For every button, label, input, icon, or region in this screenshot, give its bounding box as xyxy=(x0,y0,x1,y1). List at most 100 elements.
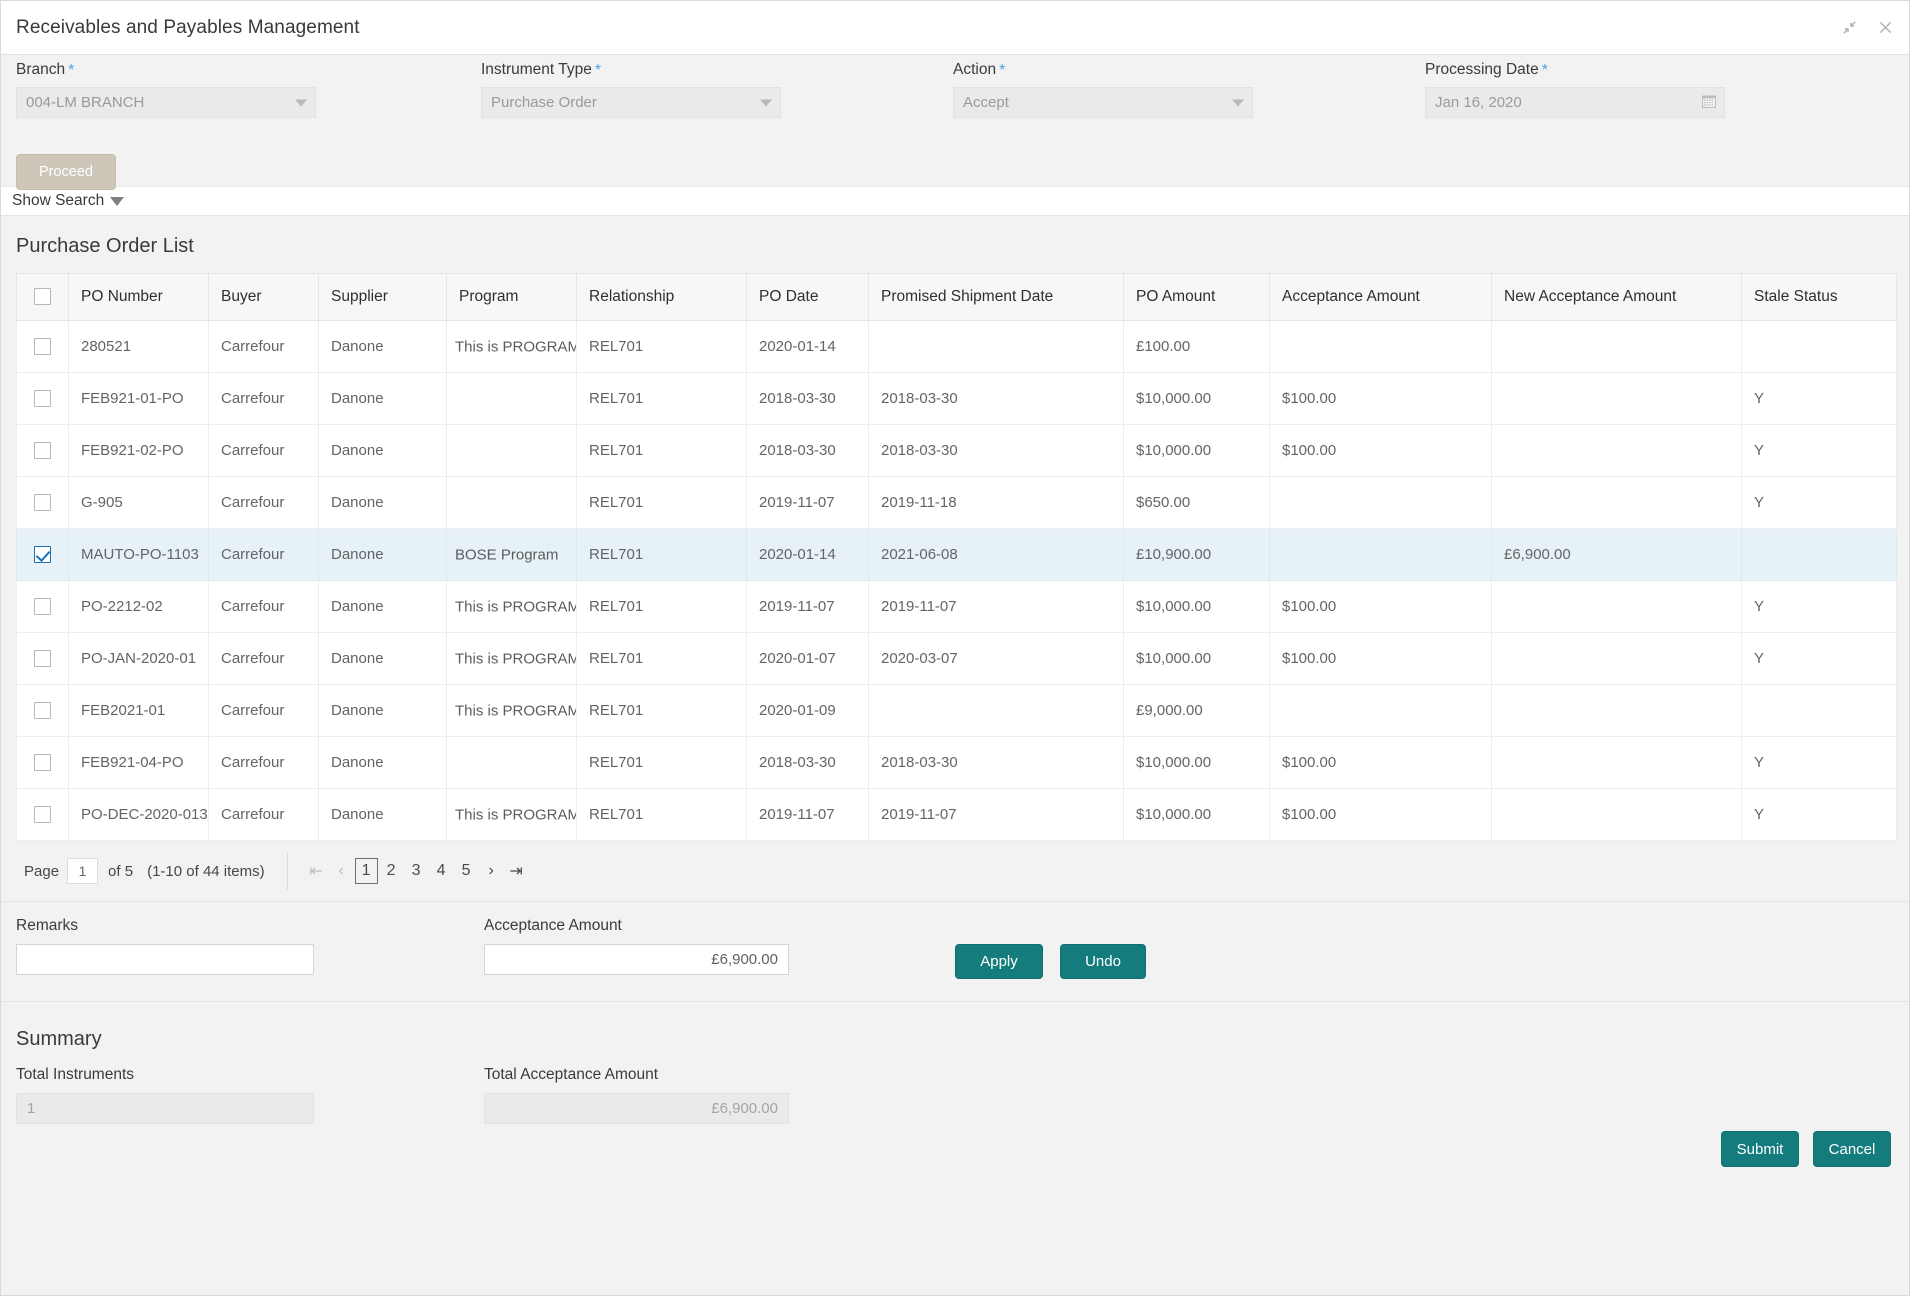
row-select-cell xyxy=(16,476,69,529)
table-row[interactable]: PO-DEC-2020-013 Carrefour Danone This is PR… xyxy=(16,788,1897,841)
previous-page-icon[interactable]: ‹ xyxy=(330,858,353,884)
row-checkbox[interactable] xyxy=(34,754,51,772)
undo-button[interactable]: Undo xyxy=(1060,944,1146,979)
cell-new-acceptance-amount xyxy=(1491,424,1742,477)
submit-button[interactable]: Submit xyxy=(1721,1131,1799,1167)
cell-acceptance-amount xyxy=(1269,528,1492,581)
cell-new-acceptance-amount xyxy=(1491,320,1742,373)
apply-button[interactable]: Apply xyxy=(955,944,1043,979)
show-search-bar[interactable]: Show Search xyxy=(1,186,1909,216)
instrument-type-select[interactable]: Purchase Order xyxy=(481,87,781,118)
page-button-4[interactable]: 4 xyxy=(430,858,453,884)
cell-stale-status xyxy=(1741,320,1897,373)
cell-acceptance-amount: $100.00 xyxy=(1269,372,1492,425)
row-checkbox[interactable] xyxy=(34,338,51,356)
table-row[interactable]: G-905 Carrefour Danone REL701 2019-11-07 2019… xyxy=(16,476,1897,529)
first-page-icon[interactable]: ⇤ xyxy=(305,858,328,884)
cell-relationship: REL701 xyxy=(576,684,747,737)
column-header-stale-status[interactable]: Stale Status xyxy=(1741,273,1897,321)
page-number-input[interactable] xyxy=(67,858,99,884)
cell-stale-status: Y xyxy=(1741,372,1897,425)
cell-po-date: 2020-01-09 xyxy=(746,684,869,737)
next-page-icon[interactable]: › xyxy=(480,858,503,884)
page-button-5[interactable]: 5 xyxy=(455,858,478,884)
cell-po-amount: $10,000.00 xyxy=(1123,580,1270,633)
cell-relationship: REL701 xyxy=(576,632,747,685)
column-header-relationship[interactable]: Relationship xyxy=(576,273,747,321)
cell-buyer: Carrefour xyxy=(208,580,319,633)
column-header-po-date[interactable]: PO Date xyxy=(746,273,869,321)
cell-acceptance-amount: $100.00 xyxy=(1269,580,1492,633)
required-marker: * xyxy=(1541,62,1548,79)
last-page-icon[interactable]: ⇥ xyxy=(505,858,528,884)
program-text: This is PROGRAM xyxy=(455,650,577,667)
cell-relationship: REL701 xyxy=(576,580,747,633)
cancel-button[interactable]: Cancel xyxy=(1813,1131,1891,1167)
column-header-promised-shipment-date[interactable]: Promised Shipment Date xyxy=(868,273,1124,321)
cell-po-date: 2018-03-30 xyxy=(746,736,869,789)
page-title: Receivables and Payables Management xyxy=(16,16,360,38)
cell-buyer: Carrefour xyxy=(208,736,319,789)
cell-new-acceptance-amount: £6,900.00 xyxy=(1491,528,1742,581)
column-header-supplier[interactable]: Supplier xyxy=(318,273,447,321)
purchase-order-table: PO Number Buyer Supplier Program Relatio… xyxy=(16,273,1897,841)
table-row[interactable]: FEB921-02-PO Carrefour Danone REL701 2018-03… xyxy=(16,424,1897,477)
row-checkbox[interactable] xyxy=(34,650,51,668)
cell-program: This is PROGRAM xyxy=(446,788,577,841)
table-row[interactable]: FEB921-01-PO Carrefour Danone REL701 2018-03… xyxy=(16,372,1897,425)
cell-acceptance-amount: $100.00 xyxy=(1269,632,1492,685)
table-row[interactable]: FEB921-04-PO Carrefour Danone REL701 2018-03… xyxy=(16,736,1897,789)
table-row[interactable]: FEB2021-01 Carrefour Danone This is PROGRAM… xyxy=(16,684,1897,737)
cell-po-date: 2019-11-07 xyxy=(746,476,869,529)
proceed-button[interactable]: Proceed xyxy=(16,154,116,190)
cell-po-date: 2020-01-14 xyxy=(746,528,869,581)
column-header-new-acceptance-amount[interactable]: New Acceptance Amount xyxy=(1491,273,1742,321)
branch-select[interactable]: 004-LM BRANCH xyxy=(16,87,316,118)
show-search-label[interactable]: Show Search xyxy=(12,192,104,210)
cell-program: This is PROGRAM xyxy=(446,580,577,633)
column-header-program[interactable]: Program xyxy=(446,273,577,321)
cell-program xyxy=(446,476,577,529)
processing-date-field: Processing Date * Jan 16, 2020 xyxy=(1425,61,1725,118)
row-checkbox[interactable] xyxy=(34,702,51,720)
processing-date-value: Jan 16, 2020 xyxy=(1435,94,1522,111)
processing-date-input[interactable]: Jan 16, 2020 xyxy=(1425,87,1725,118)
close-icon[interactable] xyxy=(1875,18,1895,38)
summary-section: Summary Total Instruments 1 Total Accept… xyxy=(1,1001,1909,1183)
collapse-icon[interactable] xyxy=(1839,18,1859,38)
chevron-down-icon[interactable] xyxy=(110,196,125,206)
row-checkbox[interactable] xyxy=(34,598,51,616)
remarks-input[interactable] xyxy=(16,944,314,975)
calendar-icon[interactable] xyxy=(1701,93,1717,113)
table-row[interactable]: 280521 Carrefour Danone This is PROGRAM REL7… xyxy=(16,320,1897,373)
cell-supplier: Danone xyxy=(318,632,447,685)
cell-promised-shipment-date: 2019-11-07 xyxy=(868,788,1124,841)
row-checkbox[interactable] xyxy=(34,806,51,824)
column-header-buyer[interactable]: Buyer xyxy=(208,273,319,321)
cell-po-amount: $10,000.00 xyxy=(1123,632,1270,685)
table-row[interactable]: MAUTO-PO-1103 Carrefour Danone BOSE Program… xyxy=(16,528,1897,581)
row-checkbox[interactable] xyxy=(34,494,51,512)
cell-promised-shipment-date: 2019-11-18 xyxy=(868,476,1124,529)
row-checkbox[interactable] xyxy=(34,546,51,564)
column-header-po-amount[interactable]: PO Amount xyxy=(1123,273,1270,321)
select-all-checkbox[interactable] xyxy=(34,288,51,306)
page-button-3[interactable]: 3 xyxy=(405,858,428,884)
cell-po-amount: $10,000.00 xyxy=(1123,788,1270,841)
cell-acceptance-amount: $100.00 xyxy=(1269,736,1492,789)
row-checkbox[interactable] xyxy=(34,442,51,460)
action-select[interactable]: Accept xyxy=(953,87,1253,118)
cell-acceptance-amount xyxy=(1269,320,1492,373)
cell-acceptance-amount: $100.00 xyxy=(1269,424,1492,477)
column-header-acceptance-amount[interactable]: Acceptance Amount xyxy=(1269,273,1492,321)
page-button-2[interactable]: 2 xyxy=(380,858,403,884)
cell-supplier: Danone xyxy=(318,320,447,373)
column-header-po-number[interactable]: PO Number xyxy=(68,273,209,321)
instrument-type-value: Purchase Order xyxy=(491,94,597,111)
table-row[interactable]: PO-JAN-2020-01 Carrefour Danone This is PRO… xyxy=(16,632,1897,685)
row-checkbox[interactable] xyxy=(34,390,51,408)
page-button-1[interactable]: 1 xyxy=(354,858,378,884)
acceptance-amount-input[interactable] xyxy=(484,944,789,975)
table-row[interactable]: PO-2212-02 Carrefour Danone This is PROGRAM… xyxy=(16,580,1897,633)
purchase-order-table-body: 280521 Carrefour Danone This is PROGRAM REL7… xyxy=(16,320,1897,841)
